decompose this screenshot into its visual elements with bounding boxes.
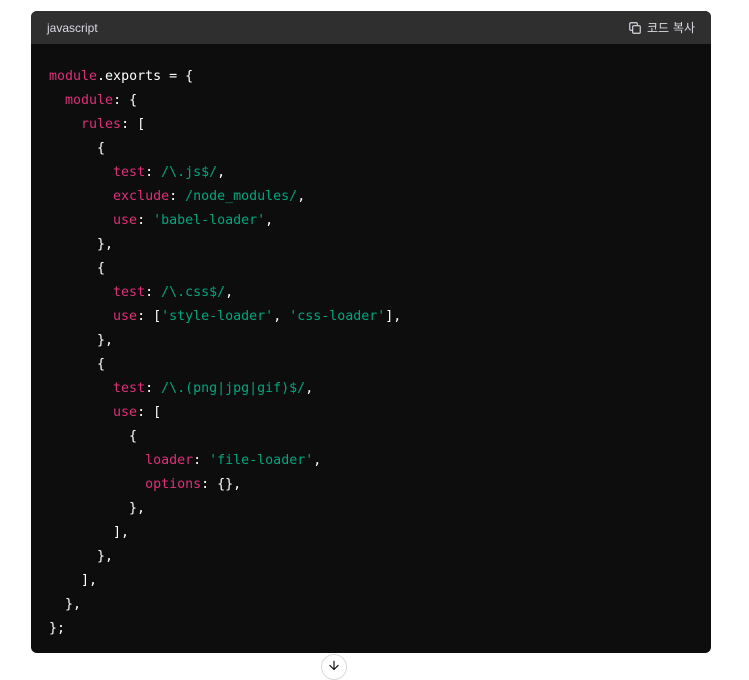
code-text-token: ,: [313, 453, 322, 468]
code-text-token: :: [145, 285, 162, 300]
code-text-token: :: [145, 381, 162, 396]
code-text-token: : [: [121, 117, 146, 132]
code-line: test: /\.js$/,: [49, 165, 225, 180]
code-property-token: test: [113, 285, 146, 300]
code-language-label: javascript: [47, 20, 98, 35]
code-property-token: use: [113, 405, 138, 420]
code-line: exclude: /node_modules/,: [49, 189, 305, 204]
code-text-token: };: [49, 621, 66, 636]
code-text-token: },: [49, 597, 82, 612]
code-property-token: options: [145, 477, 202, 492]
code-text-token: {: [49, 141, 106, 156]
code-property-token: test: [113, 381, 146, 396]
code-line: use: [: [49, 405, 161, 420]
code-line: },: [49, 549, 113, 564]
code-property-token: rules: [81, 117, 122, 132]
code-string-token: /\.css$/: [161, 285, 226, 300]
code-line: },: [49, 501, 145, 516]
code-property-token: use: [113, 213, 138, 228]
code-text-token: ,: [297, 189, 306, 204]
code-text-token: : [: [137, 309, 162, 324]
code-content: module.exports = { module: { rules: [ { …: [31, 44, 711, 641]
code-line: test: /\.(png|jpg|gif)$/,: [49, 381, 313, 396]
code-text-token: :: [193, 453, 210, 468]
code-text-token: : {: [113, 93, 138, 108]
code-property-token: use: [113, 309, 138, 324]
code-string-token: /\.(png|jpg|gif)$/: [161, 381, 306, 396]
code-line: },: [49, 237, 113, 252]
code-property-token: test: [113, 165, 146, 180]
code-text-token: ],: [385, 309, 402, 324]
code-text-token: ,: [225, 285, 234, 300]
code-text-token: {: [49, 429, 138, 444]
code-line: },: [49, 597, 81, 612]
code-text-token: :: [145, 165, 162, 180]
code-line: use: 'babel-loader',: [49, 213, 273, 228]
code-text-token: .exports = {: [97, 69, 194, 84]
copy-icon: [629, 21, 641, 34]
code-line: module.exports = {: [49, 69, 193, 84]
code-text-token: },: [49, 501, 146, 516]
code-text-token: ,: [217, 165, 226, 180]
code-header: javascript 코드 복사: [31, 11, 711, 44]
code-block: javascript 코드 복사 module.exports = { modu…: [31, 11, 711, 653]
code-text-token: ,: [265, 213, 274, 228]
code-line: },: [49, 333, 113, 348]
code-line: loader: 'file-loader',: [49, 453, 321, 468]
code-text-token: {: [49, 357, 106, 372]
scroll-down-button[interactable]: [321, 654, 347, 680]
code-line: module: {: [49, 93, 137, 108]
code-string-token: /\.js$/: [161, 165, 218, 180]
code-property-token: module: [65, 93, 114, 108]
code-line: {: [49, 357, 105, 372]
code-text-token: },: [49, 333, 114, 348]
code-line: {: [49, 429, 137, 444]
code-string-token: /node_modules/: [185, 189, 298, 204]
code-line: rules: [: [49, 117, 145, 132]
code-text-token: : {},: [201, 477, 242, 492]
code-string-token: 'css-loader': [289, 309, 386, 324]
code-string-token: 'style-loader': [161, 309, 274, 324]
copy-code-label: 코드 복사: [647, 21, 695, 35]
code-text-token: {: [49, 261, 106, 276]
code-text-token: ],: [49, 525, 130, 540]
code-line: use: ['style-loader', 'css-loader'],: [49, 309, 401, 324]
code-line: test: /\.css$/,: [49, 285, 233, 300]
code-string-token: 'file-loader': [209, 453, 314, 468]
code-property-token: module: [49, 69, 98, 84]
code-text-token: :: [169, 189, 186, 204]
code-text-token: },: [49, 549, 114, 564]
code-property-token: exclude: [113, 189, 170, 204]
code-line: ],: [49, 525, 129, 540]
code-line: ],: [49, 573, 97, 588]
code-line: {: [49, 141, 105, 156]
code-text-token: ,: [305, 381, 314, 396]
code-text-token: ,: [273, 309, 290, 324]
copy-code-button[interactable]: 코드 복사: [628, 19, 695, 36]
arrow-down-icon: [329, 660, 339, 671]
code-text-token: },: [49, 237, 114, 252]
code-line: {: [49, 261, 105, 276]
code-text-token: :: [137, 213, 154, 228]
code-property-token: loader: [145, 453, 194, 468]
code-string-token: 'babel-loader': [153, 213, 266, 228]
code-text-token: ],: [49, 573, 98, 588]
code-line: options: {},: [49, 477, 241, 492]
code-text-token: : [: [137, 405, 162, 420]
code-line: };: [49, 621, 65, 636]
